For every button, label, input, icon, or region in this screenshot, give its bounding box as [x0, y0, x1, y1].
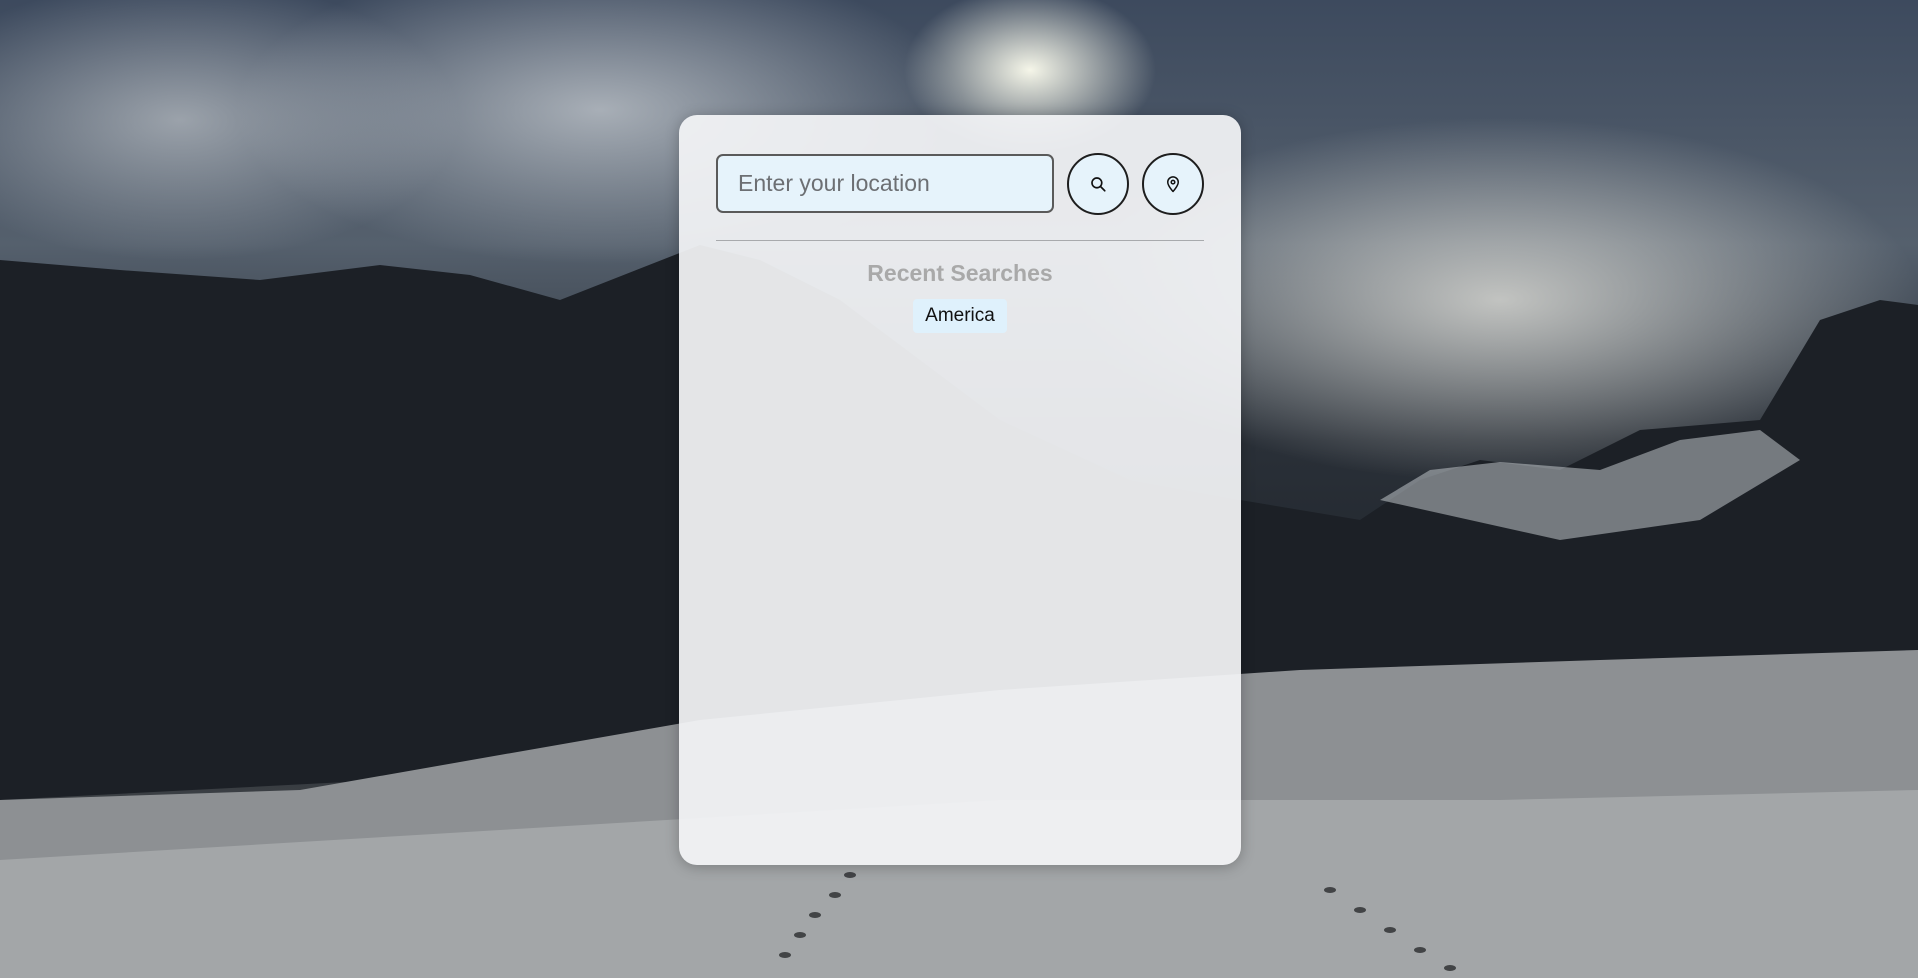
location-search-input[interactable]: [716, 154, 1054, 213]
current-location-button[interactable]: [1142, 153, 1204, 215]
search-icon: [1091, 177, 1106, 192]
weather-search-panel: Recent Searches America: [679, 115, 1241, 865]
map-pin-icon: [1167, 176, 1179, 193]
recent-search-item[interactable]: America: [913, 299, 1007, 333]
recent-searches-heading: Recent Searches: [867, 260, 1053, 286]
search-button[interactable]: [1067, 153, 1129, 215]
recent-searches-list: America: [679, 299, 1241, 333]
divider: [716, 240, 1204, 241]
search-bar: [716, 153, 1204, 215]
